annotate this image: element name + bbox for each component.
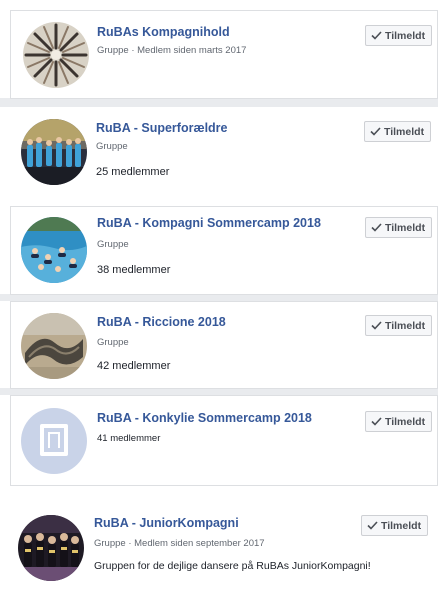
- joined-button[interactable]: Tilmeldt: [361, 515, 429, 536]
- checkmark-icon: [371, 31, 382, 40]
- joined-button[interactable]: Tilmeldt: [365, 25, 433, 46]
- checkmark-icon: [371, 417, 382, 426]
- group-subtitle: Gruppe · Medlem siden marts 2017: [97, 45, 247, 56]
- group-name[interactable]: RuBA - Superforældre: [96, 121, 228, 135]
- group-subtitle: Gruppe: [97, 239, 129, 250]
- checkmark-icon: [367, 521, 378, 530]
- member-count: 38 medlemmer: [97, 264, 171, 276]
- group-subtitle: Gruppe: [96, 141, 128, 152]
- group-avatar[interactable]: [21, 313, 87, 379]
- checkmark-icon: [371, 223, 382, 232]
- joined-button-label: Tilmeldt: [385, 221, 426, 234]
- group-subtitle: Gruppe · Medlem siden september 2017: [94, 538, 265, 549]
- group-avatar[interactable]: [18, 515, 84, 581]
- checkmark-icon: [370, 127, 381, 136]
- joined-button[interactable]: Tilmeldt: [364, 121, 432, 142]
- member-count: 25 medlemmer: [96, 166, 170, 178]
- group-name[interactable]: RuBAs Kompagnihold: [97, 25, 230, 39]
- checkmark-icon: [371, 321, 382, 330]
- member-count: 42 medlemmer: [97, 360, 171, 372]
- group-avatar[interactable]: [23, 22, 89, 88]
- group-name[interactable]: RuBA - Riccione 2018: [97, 315, 226, 329]
- joined-button-label: Tilmeldt: [384, 125, 425, 138]
- group-card: RuBAs Kompagnihold Gruppe · Medlem siden…: [10, 10, 438, 99]
- group-card: RuBA - JuniorKompagni Gruppe · Medlem si…: [10, 502, 438, 589]
- group-avatar[interactable]: [21, 119, 87, 185]
- group-card: RuBA - Konkylie Sommercamp 2018 41 medle…: [10, 395, 438, 486]
- list-separator: [0, 388, 438, 395]
- group-avatar[interactable]: [21, 217, 87, 283]
- group-description: Gruppen for de dejlige dansere på RuBAs …: [94, 560, 371, 572]
- group-placeholder-icon: [21, 408, 87, 474]
- joined-button-label: Tilmeldt: [385, 29, 426, 42]
- group-card: RuBA - Riccione 2018 Gruppe 42 medlemmer…: [10, 301, 438, 389]
- list-separator: [0, 294, 438, 301]
- member-count: 41 medlemmer: [97, 433, 161, 444]
- joined-button[interactable]: Tilmeldt: [365, 411, 433, 432]
- list-separator: [0, 98, 438, 107]
- joined-button[interactable]: Tilmeldt: [365, 315, 433, 336]
- joined-button-label: Tilmeldt: [385, 319, 426, 332]
- joined-button-label: Tilmeldt: [381, 519, 422, 532]
- group-subtitle: Gruppe: [97, 337, 129, 348]
- group-name[interactable]: RuBA - Konkylie Sommercamp 2018: [97, 411, 312, 425]
- group-name[interactable]: RuBA - JuniorKompagni: [94, 516, 239, 530]
- group-card: RuBA - Kompagni Sommercamp 2018 Gruppe 3…: [10, 206, 438, 295]
- group-card: RuBA - Superforældre Gruppe 25 medlemmer…: [10, 107, 438, 194]
- joined-button[interactable]: Tilmeldt: [365, 217, 433, 238]
- group-name[interactable]: RuBA - Kompagni Sommercamp 2018: [97, 216, 321, 230]
- group-avatar[interactable]: [21, 408, 87, 474]
- joined-button-label: Tilmeldt: [385, 415, 426, 428]
